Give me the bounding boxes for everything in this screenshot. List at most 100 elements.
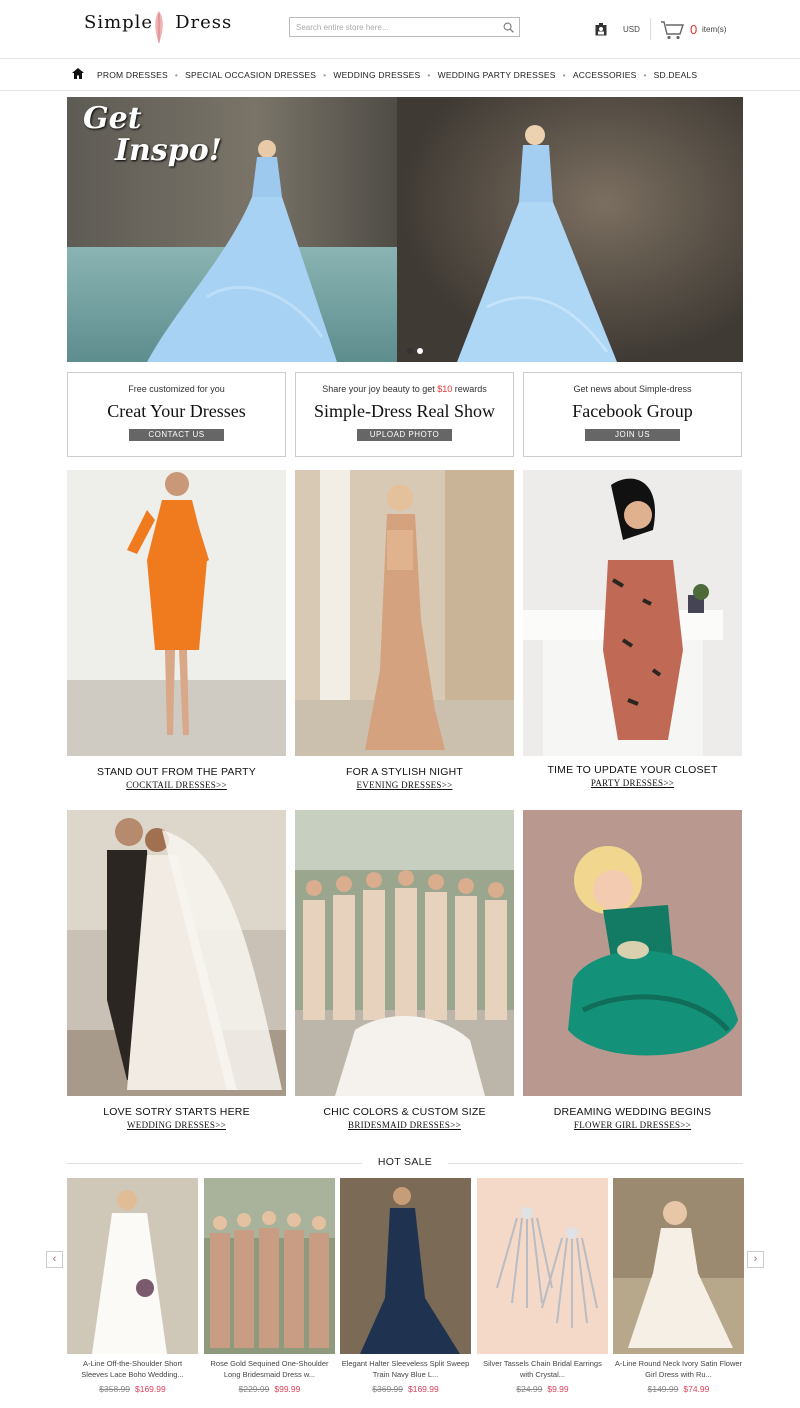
carousel-prev-button[interactable]: ‹ (46, 1251, 63, 1268)
product-photo (204, 1178, 335, 1348)
category-image[interactable] (295, 810, 514, 1096)
hot-sale-title: HOT SALE (362, 1156, 448, 1168)
category-title: FOR A STYLISH NIGHT (346, 766, 463, 778)
hero-model-right (457, 125, 617, 362)
hero-line2: Inspo! (115, 133, 222, 168)
sale-price: $99.99 (274, 1384, 301, 1394)
search-icon[interactable] (503, 22, 514, 33)
category-link[interactable]: EVENING DRESSES>> (295, 780, 514, 790)
main-nav: PROM DRESSES • SPECIAL OCCASION DRESSES … (0, 58, 800, 91)
category-tile-party[interactable]: TIME TO UPDATE YOUR CLOSET PARTY DRESSES… (523, 470, 742, 788)
category-title: STAND OUT FROM THE PARTY (96, 766, 256, 778)
contact-us-button[interactable]: CONTACT US (129, 429, 224, 441)
category-title: LOVE SOTRY STARTS HERE (103, 1106, 250, 1118)
account-icon[interactable] (595, 23, 607, 36)
nav-special-occasion-dresses[interactable]: SPECIAL OCCASION DRESSES (185, 70, 316, 80)
search-placeholder: Search entire store here... (296, 23, 389, 32)
product-image[interactable] (613, 1178, 744, 1354)
original-price: $229.99 (238, 1384, 270, 1394)
search-input[interactable]: Search entire store here... (289, 17, 520, 37)
category-tile-cocktail[interactable]: STAND OUT FROM THE PARTY COCKTAIL DRESSE… (67, 470, 286, 790)
reward-amount: $10 (437, 384, 453, 394)
category-link[interactable]: PARTY DRESSES>> (523, 778, 742, 788)
product-card[interactable]: Elegant Halter Sleeveless Split Sweep Tra… (340, 1178, 471, 1394)
bridesmaid-dress-photo (295, 810, 514, 1096)
category-image[interactable] (295, 470, 514, 756)
product-image[interactable] (67, 1178, 198, 1354)
product-card[interactable]: A-Line Off-the-Shoulder Short Sleeves Lac… (67, 1178, 198, 1394)
category-tile-bridesmaid[interactable]: CHIC COLORS & CUSTOM SIZE BRIDESMAID DRE… (295, 810, 514, 1130)
currency-selector[interactable]: USD (623, 25, 640, 34)
cocktail-dress-photo (67, 472, 286, 756)
nav-separator: • (174, 70, 179, 80)
chevron-left-icon: ‹ (52, 1253, 57, 1265)
product-image[interactable] (204, 1178, 335, 1354)
category-tile-evening[interactable]: FOR A STYLISH NIGHT EVENING DRESSES>> (295, 470, 514, 790)
header-divider (650, 18, 651, 40)
nav-wedding-dresses[interactable]: WEDDING DRESSES (333, 70, 420, 80)
product-card[interactable]: A-Line Round Neck Ivory Satin Flower Girl… (613, 1178, 744, 1394)
product-image[interactable] (477, 1178, 608, 1354)
info-box-title: Facebook Group (572, 401, 693, 421)
category-title: CHIC COLORS & CUSTOM SIZE (323, 1106, 486, 1118)
nav-separator: • (427, 70, 431, 80)
original-price: $149.99 (647, 1384, 679, 1394)
sale-price: $74.99 (683, 1384, 710, 1394)
chevron-right-icon: › (753, 1253, 758, 1265)
category-tile-flower-girl[interactable]: DREAMING WEDDING BEGINS FLOWER GIRL DRES… (523, 810, 742, 1130)
product-card[interactable]: Silver Tassels Chain Bridal Earrings with… (477, 1178, 608, 1394)
info-box-title: Creat Your Dresses (107, 401, 246, 421)
party-dress-photo (523, 478, 723, 756)
product-name: Elegant Halter Sleeveless Split Sweep Tra… (341, 1359, 470, 1379)
product-card[interactable]: Rose Gold Sequined One-Shoulder Long Brid… (204, 1178, 335, 1394)
cart-items-label[interactable]: item(s) (702, 25, 726, 34)
product-name: A-Line Off-the-Shoulder Short Sleeves Lac… (81, 1359, 184, 1379)
site-logo[interactable]: Simple Dress (84, 10, 234, 48)
info-box-customize: Free customized for you Creat Your Dress… (67, 372, 286, 457)
carousel-dot-active[interactable] (407, 348, 413, 354)
product-photo (613, 1178, 744, 1354)
nav-separator: • (643, 70, 647, 80)
flower-girl-dress-photo (568, 846, 738, 1056)
upload-photo-button[interactable]: UPLOAD PHOTO (357, 429, 452, 441)
nav-wedding-party-dresses[interactable]: WEDDING PARTY DRESSES (438, 70, 556, 80)
nav-sd-deals[interactable]: SD.DEALS (654, 70, 698, 80)
carousel-next-button[interactable]: › (747, 1251, 764, 1268)
product-price: $149.99 $74.99 (613, 1384, 744, 1394)
category-image[interactable] (67, 470, 286, 756)
category-tile-wedding[interactable]: LOVE SOTRY STARTS HERE WEDDING DRESSES>> (67, 810, 286, 1130)
category-image[interactable] (523, 470, 742, 756)
category-link[interactable]: FLOWER GIRL DRESSES>> (523, 1120, 742, 1130)
home-icon[interactable] (72, 68, 84, 79)
feather-logo-icon (155, 11, 163, 43)
category-link[interactable]: COCKTAIL DRESSES>> (67, 780, 286, 790)
category-image[interactable] (67, 810, 286, 1096)
category-image[interactable] (523, 810, 742, 1096)
wedding-dress-photo (67, 810, 286, 1096)
site-header: Simple Dress Search entire store here... … (0, 0, 800, 58)
logo-word-simple: Simple (84, 12, 154, 33)
product-price: $229.99 $99.99 (204, 1384, 335, 1394)
category-title: TIME TO UPDATE YOUR CLOSET (547, 764, 718, 776)
nav-accessories[interactable]: ACCESSORIES (573, 70, 637, 80)
info-box-subtitle: Free customized for you (128, 384, 225, 394)
product-image[interactable] (340, 1178, 471, 1354)
original-price: $358.99 (99, 1384, 130, 1394)
nav-prom-dresses[interactable]: PROM DRESSES (97, 70, 168, 80)
hero-banner[interactable]: Get Inspo! (67, 97, 743, 362)
product-name: Rose Gold Sequined One-Shoulder Long Brid… (210, 1359, 329, 1379)
product-name: Silver Tassels Chain Bridal Earrings with… (483, 1359, 602, 1379)
cart-count[interactable]: 0 (690, 22, 697, 37)
join-us-button[interactable]: JOIN US (585, 429, 680, 441)
info-box-real-show: Share your joy beauty to get $10 rewards… (295, 372, 514, 457)
category-link[interactable]: BRIDESMAID DRESSES>> (295, 1120, 514, 1130)
category-link[interactable]: WEDDING DRESSES>> (67, 1120, 286, 1130)
product-photo (67, 1178, 198, 1354)
product-price: $24.99 $9.99 (477, 1384, 608, 1394)
carousel-dot[interactable] (417, 348, 423, 354)
nav-separator: • (323, 70, 327, 80)
info-box-facebook: Get news about Simple-dress Facebook Gro… (523, 372, 742, 457)
cart-icon[interactable] (660, 20, 684, 40)
sale-price: $9.99 (547, 1384, 569, 1394)
category-title: DREAMING WEDDING BEGINS (553, 1106, 712, 1118)
